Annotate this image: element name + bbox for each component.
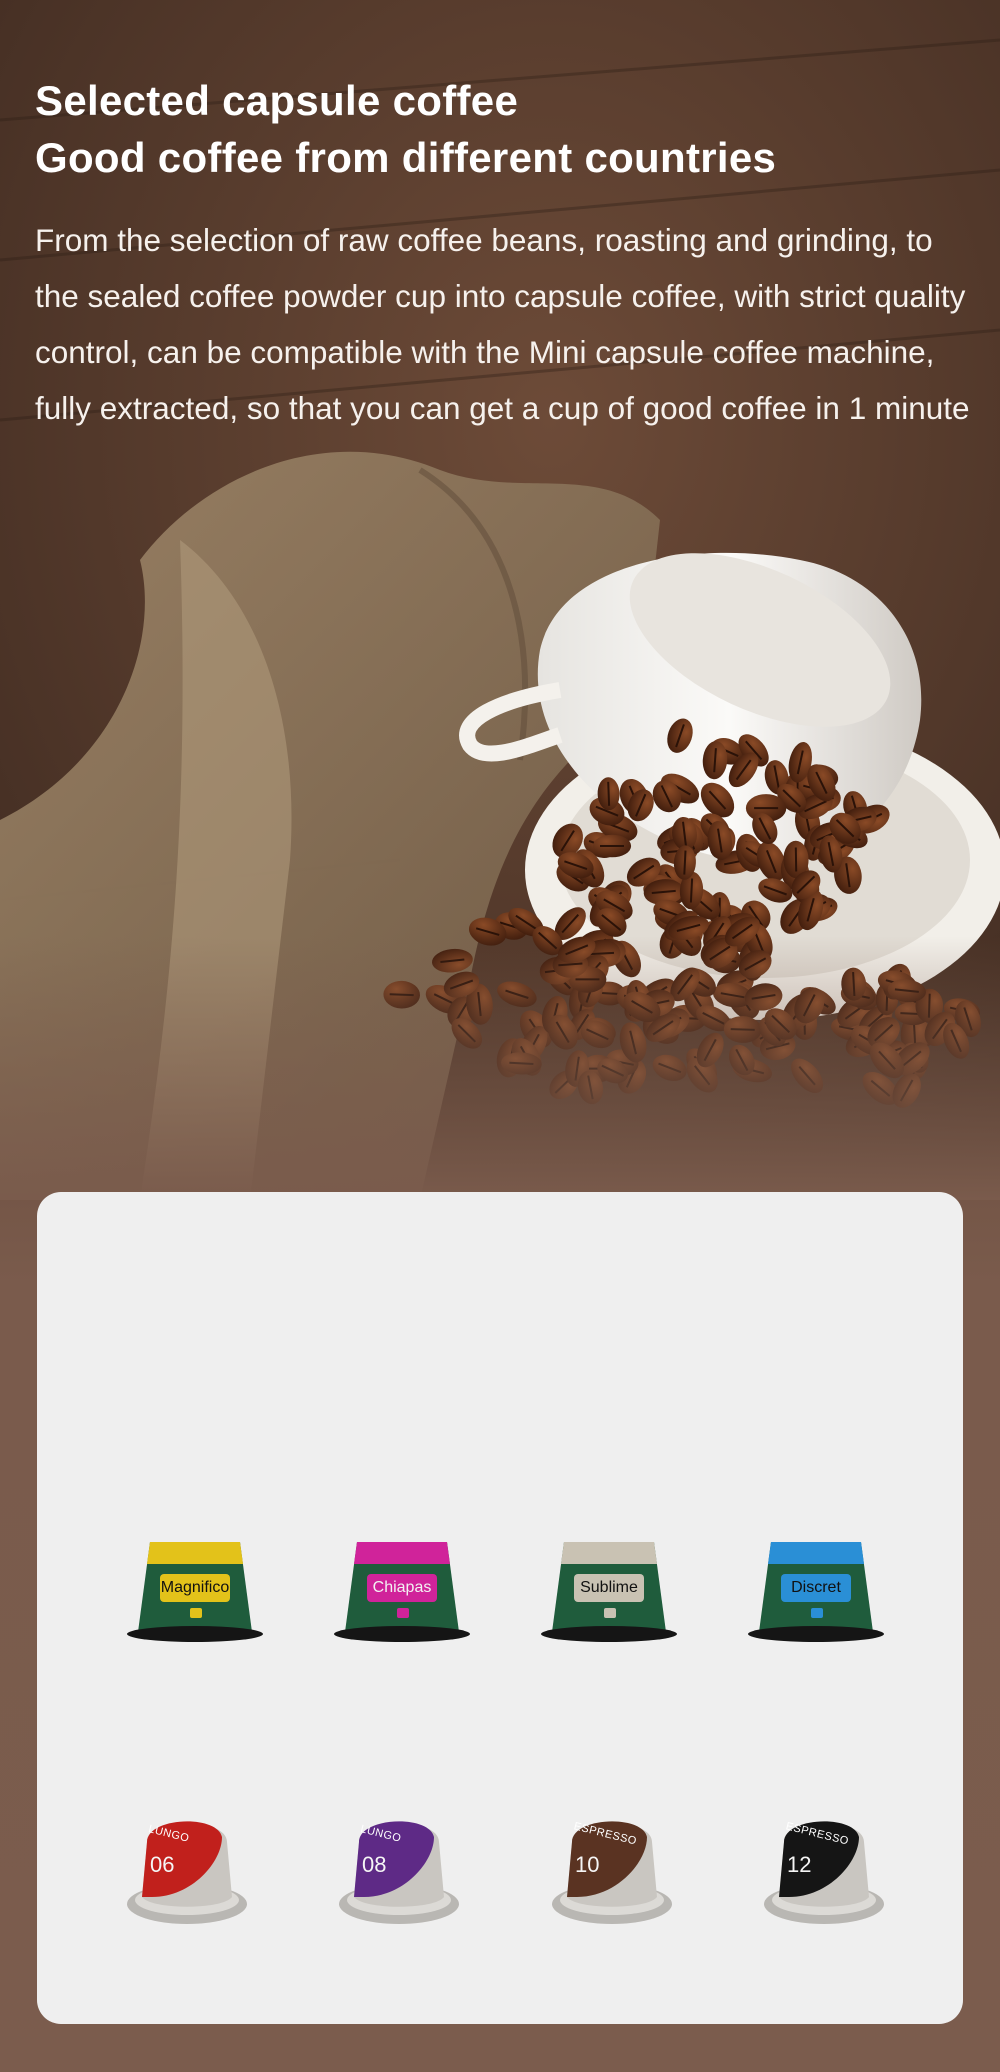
capsule-lungo-06: LUNGO 06 bbox=[122, 1802, 252, 1932]
capsule-intensity-06: 06 bbox=[150, 1852, 175, 1877]
capsule-label-sublime: Sublime bbox=[580, 1579, 638, 1596]
capsule-espresso-10: ESPRESSO 10 bbox=[547, 1802, 677, 1932]
capsule-espresso-12: ESPRESSO 12 bbox=[759, 1802, 889, 1932]
capsule-chiapas: Chiapas bbox=[327, 1522, 477, 1652]
headline-line-1: Selected capsule coffee bbox=[35, 77, 519, 124]
capsule-intensity-12: 12 bbox=[787, 1852, 812, 1877]
intro-text-block: Selected capsule coffee Good coffee from… bbox=[35, 72, 985, 436]
capsule-label-magnifico: Magnifico bbox=[160, 1579, 230, 1596]
product-page: Selected capsule coffee Good coffee from… bbox=[0, 0, 1000, 2072]
capsule-lungo-08-image bbox=[339, 1821, 459, 1924]
capsule-sublime: Sublime bbox=[534, 1522, 684, 1652]
headline: Selected capsule coffee Good coffee from… bbox=[35, 72, 985, 186]
capsule-discret: Discret bbox=[741, 1522, 891, 1652]
capsule-lungo-06-image bbox=[127, 1821, 247, 1924]
capsule-showcase-panel: Magnifico Chiapas Sublime Discret LUNGO … bbox=[37, 1192, 963, 2024]
capsule-label-discret: Discret bbox=[791, 1579, 841, 1596]
capsule-espresso-12-image bbox=[764, 1821, 884, 1924]
capsule-magnifico: Magnifico bbox=[120, 1522, 270, 1652]
description-paragraph: From the selection of raw coffee beans, … bbox=[35, 222, 970, 426]
capsule-intensity-10: 10 bbox=[575, 1852, 600, 1877]
capsule-label-chiapas: Chiapas bbox=[372, 1579, 432, 1596]
capsule-intensity-08: 08 bbox=[362, 1852, 387, 1877]
headline-line-2: Good coffee from different countries bbox=[35, 134, 777, 181]
capsule-espresso-10-image bbox=[552, 1821, 672, 1924]
capsule-lungo-08: LUNGO 08 bbox=[334, 1802, 464, 1932]
